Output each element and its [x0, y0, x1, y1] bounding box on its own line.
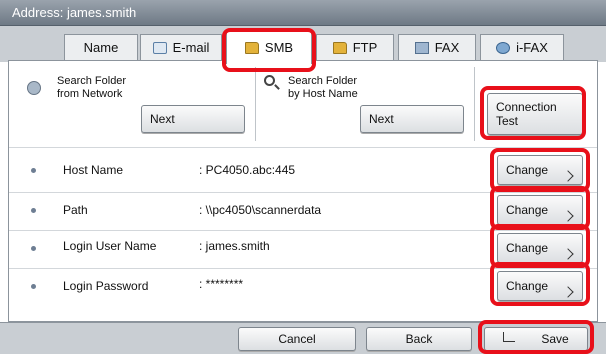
tab-name-label: Name [83, 40, 119, 55]
chevron-right-icon [562, 210, 574, 222]
field-value: : \\pc4050\scannerdata [199, 203, 322, 217]
address-display: Address: james.smith [12, 5, 136, 20]
network-icon [27, 81, 41, 95]
folder-icon [332, 41, 347, 54]
fax-icon [414, 41, 429, 54]
tab-email-label: E-mail [172, 40, 210, 55]
field-label: Host Name [63, 163, 124, 177]
change-host-name-button[interactable]: Change [497, 155, 583, 185]
field-row-login-password: Login Password : ******** Change [9, 265, 597, 303]
network-next-label: Next [150, 112, 175, 126]
field-row-login-user: Login User Name : james.smith Change [9, 227, 597, 265]
search-network-section: Search Folder from Network Next [9, 61, 255, 145]
enter-icon [503, 332, 516, 342]
search-icon-handle [274, 84, 280, 90]
address-bar: Address: james.smith [0, 0, 606, 26]
folder-icon [244, 41, 259, 54]
chevron-right-icon [562, 170, 574, 182]
field-value: : ******** [199, 277, 244, 291]
change-path-button[interactable]: Change [497, 195, 583, 225]
search-icon [264, 75, 275, 86]
change-login-user-button[interactable]: Change [497, 233, 583, 263]
tab-smb[interactable]: SMB [226, 30, 312, 64]
tab-fax-label: FAX [434, 40, 460, 55]
search-host-section: Search Folder by Host Name Next [256, 61, 474, 145]
change-label: Change [506, 163, 549, 177]
tab-ifax[interactable]: i-FAX [480, 34, 564, 60]
bullet-icon [31, 168, 36, 173]
connection-test-line1: Connection [496, 100, 557, 114]
connection-test-button[interactable]: Connection Test [487, 93, 583, 135]
search-host-label: Search Folder by Host Name [288, 75, 358, 101]
bullet-icon [31, 246, 36, 251]
tab-ifax-label: i-FAX [516, 40, 548, 55]
tab-name[interactable]: Name [64, 34, 138, 60]
change-label: Change [506, 241, 549, 255]
change-login-password-button[interactable]: Change [497, 271, 583, 301]
search-network-line2: from Network [57, 88, 123, 100]
field-label: Path [63, 203, 88, 217]
search-network-label: Search Folder from Network [57, 75, 126, 101]
change-label: Change [506, 203, 549, 217]
footer-bar: Cancel Back Save [0, 322, 606, 354]
cancel-label: Cancel [278, 332, 316, 346]
search-network-line1: Search Folder [57, 75, 127, 87]
smb-destination-screen: Address: james.smith Name E-mail SMB FTP… [0, 0, 606, 354]
row-divider [9, 147, 597, 148]
search-host-line1: Search Folder [288, 75, 358, 87]
email-icon [152, 41, 167, 54]
connection-test-line2: Test [496, 114, 519, 128]
tab-smb-label: SMB [264, 40, 294, 55]
field-label: Login User Name [63, 239, 157, 253]
smb-settings-panel: Search Folder from Network Next Search F… [8, 60, 598, 322]
tab-fax[interactable]: FAX [398, 34, 476, 60]
address-value: james.smith [66, 5, 137, 20]
cancel-button[interactable]: Cancel [238, 327, 356, 351]
chevron-right-icon [562, 248, 574, 260]
field-row-host-name: Host Name : PC4050.abc:445 Change [9, 151, 597, 189]
back-button[interactable]: Back [366, 327, 472, 351]
network-next-button[interactable]: Next [141, 105, 245, 133]
host-next-label: Next [369, 112, 394, 126]
save-button[interactable]: Save [484, 327, 588, 351]
change-label: Change [506, 279, 549, 293]
tab-ftp[interactable]: FTP [316, 34, 394, 60]
chevron-right-icon [562, 286, 574, 298]
field-row-path: Path : \\pc4050\scannerdata Change [9, 189, 597, 227]
bullet-icon [31, 284, 36, 289]
save-label: Save [541, 332, 569, 346]
address-label: Address: [12, 5, 64, 20]
section-divider [474, 67, 475, 141]
ifax-icon [496, 41, 511, 54]
host-next-button[interactable]: Next [360, 105, 464, 133]
field-label: Login Password [63, 279, 149, 293]
tab-ftp-label: FTP [352, 40, 378, 55]
field-value: : PC4050.abc:445 [199, 163, 296, 177]
tab-email[interactable]: E-mail [140, 34, 222, 60]
search-host-line2: by Host Name [288, 88, 358, 100]
destination-tabs: Name E-mail SMB FTP FAX i-FAX [0, 26, 606, 64]
bullet-icon [31, 208, 36, 213]
field-value: : james.smith [199, 239, 270, 253]
back-label: Back [405, 332, 433, 346]
